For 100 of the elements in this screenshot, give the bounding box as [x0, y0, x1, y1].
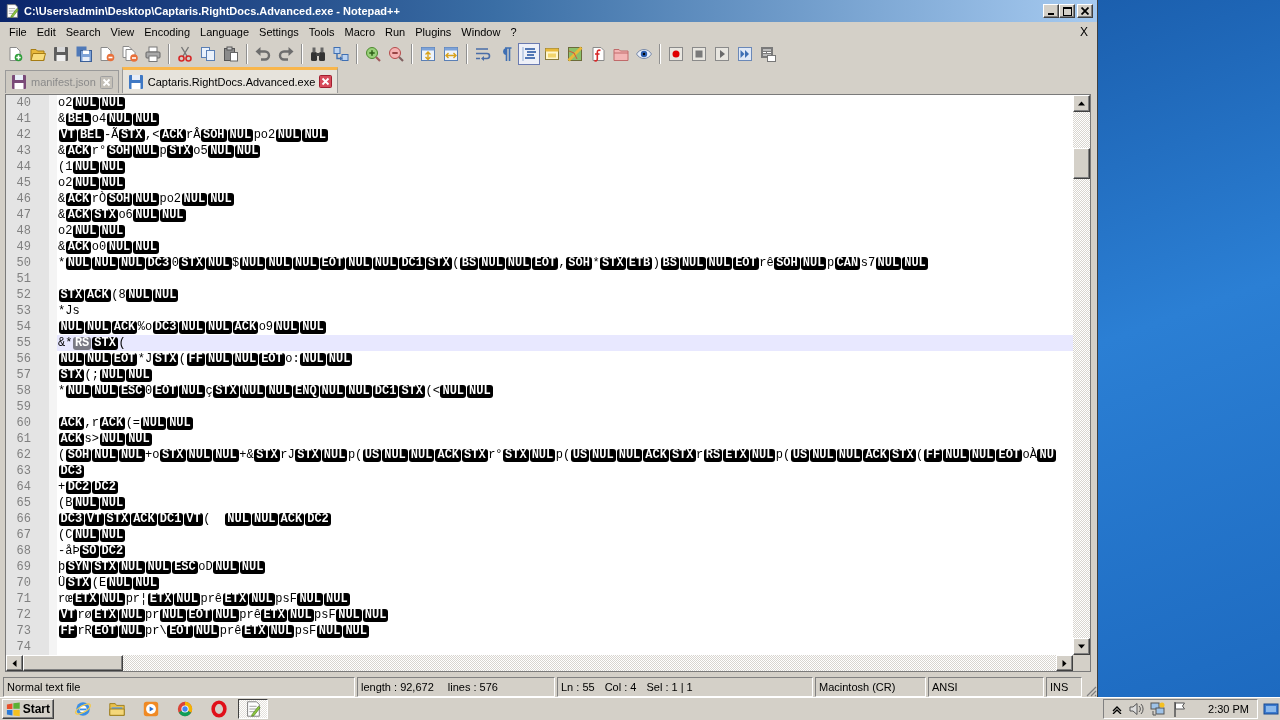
control-character: ETX: [261, 608, 287, 622]
tab[interactable]: Captaris.RightDocs.Advanced.exe: [121, 67, 339, 93]
control-character: NUL: [106, 112, 133, 126]
code-text: +: [58, 479, 66, 495]
menu-item[interactable]: Plugins: [410, 22, 457, 42]
control-character: NUL: [479, 256, 505, 270]
control-character: NUL: [181, 192, 208, 206]
control-character: ACK: [65, 240, 92, 254]
menu-item[interactable]: ?: [505, 22, 522, 42]
scrollbar-thumb[interactable]: [1073, 148, 1090, 179]
menu-item[interactable]: Tools: [303, 22, 340, 42]
control-character: NUL: [836, 448, 863, 462]
eye-icon: [636, 46, 652, 62]
control-character: EOT: [186, 608, 213, 622]
line-number: 57: [6, 367, 57, 383]
chevron-up-icon[interactable]: [1112, 704, 1123, 714]
code-text: po2: [253, 127, 276, 143]
control-character: NUL: [133, 144, 159, 158]
code-text: rÒ: [91, 191, 107, 207]
control-character: DC3: [145, 256, 172, 270]
clock[interactable]: 2:30 PM: [1208, 703, 1249, 715]
scrollbar-corner: [1073, 655, 1090, 671]
code-text: ): [652, 255, 660, 271]
code-text: ,r: [84, 415, 99, 431]
control-character: NUL: [749, 448, 776, 462]
code-text: rÂ: [186, 127, 201, 143]
maximize-button[interactable]: [1059, 4, 1075, 18]
control-character: NUL: [58, 320, 85, 334]
control-character: NUL: [145, 560, 172, 574]
start-button[interactable]: Start: [2, 699, 54, 719]
line-number: 49: [6, 239, 57, 255]
function-list-icon: [590, 46, 606, 62]
control-character: NUL: [336, 608, 362, 622]
control-character: BEL: [77, 128, 104, 142]
control-character: ACK: [278, 512, 305, 526]
play-icon: [714, 46, 730, 62]
scroll-down-button[interactable]: [1073, 638, 1090, 655]
menu-item[interactable]: Edit: [31, 22, 61, 42]
menu-item[interactable]: Run: [380, 22, 411, 42]
menu-item[interactable]: View: [105, 22, 140, 42]
scroll-right-button[interactable]: [1056, 655, 1073, 671]
control-character: ETX: [72, 592, 99, 606]
menu-item[interactable]: Encoding: [139, 22, 196, 42]
code-text: *: [592, 255, 600, 271]
minimize-button[interactable]: [1043, 4, 1059, 18]
toolbar-button[interactable]: [142, 43, 164, 65]
scrollbar-thumb[interactable]: [23, 655, 123, 671]
control-character: DC3: [58, 464, 85, 478]
menu-item[interactable]: Window: [456, 22, 506, 42]
control-character: ACK: [85, 288, 111, 302]
line-number: 71: [6, 591, 57, 607]
scroll-left-button[interactable]: [6, 655, 23, 671]
code-text: ,: [558, 255, 566, 271]
control-character: NUL: [467, 384, 493, 398]
control-character: ACK: [643, 448, 669, 462]
toolbar-button[interactable]: [518, 43, 540, 65]
code-text: *Js: [58, 303, 80, 319]
control-character: NUL: [266, 256, 292, 270]
control-character: NUL: [133, 208, 159, 222]
menu-item[interactable]: File: [4, 22, 32, 42]
control-character: NUL: [65, 384, 92, 398]
length-label: length : 92,672: [361, 681, 434, 693]
control-character: NUL: [159, 608, 186, 622]
control-character: NUL: [266, 384, 292, 398]
selection-label: Sel : 1 | 1: [646, 681, 693, 693]
code-text: (;: [84, 367, 99, 383]
control-character: STX: [58, 368, 85, 382]
code-text: (: [203, 511, 212, 527]
resize-grip-icon[interactable]: [1085, 685, 1097, 697]
menu-item[interactable]: Macro: [339, 22, 381, 42]
menu-item[interactable]: Search: [60, 22, 106, 42]
stop-icon: [691, 46, 707, 62]
close-button[interactable]: [1077, 4, 1093, 18]
network-icon[interactable]: [1150, 701, 1167, 717]
taskbar-button[interactable]: [238, 699, 268, 719]
line-number: 45: [6, 175, 57, 191]
control-character: NUL: [213, 448, 239, 462]
control-character: EOT: [733, 256, 759, 270]
control-character: ACK: [99, 416, 126, 430]
code-text: &: [58, 207, 66, 223]
scroll-up-button[interactable]: [1073, 95, 1090, 112]
control-character: ENQ: [293, 384, 319, 398]
control-character: NUL: [943, 448, 969, 462]
line-number: 68: [6, 543, 57, 559]
code-text: pr\: [145, 623, 167, 639]
control-character: ACK: [58, 432, 85, 446]
code-text: (: [452, 255, 460, 271]
control-character: ACK: [159, 128, 186, 142]
code-text: (=: [125, 415, 141, 431]
speaker-icon[interactable]: [1128, 701, 1145, 717]
menu-item[interactable]: Language: [195, 22, 255, 42]
control-character: NUL: [205, 352, 232, 366]
control-character: FF: [923, 448, 943, 462]
control-character: STX: [159, 448, 186, 462]
menu-item[interactable]: Settings: [254, 22, 304, 42]
code-text: r°: [488, 447, 503, 463]
control-character: NUL: [300, 352, 326, 366]
close-document-button[interactable]: X: [1077, 23, 1091, 41]
code-text: r°: [91, 143, 107, 159]
code-text: (C: [58, 527, 73, 543]
